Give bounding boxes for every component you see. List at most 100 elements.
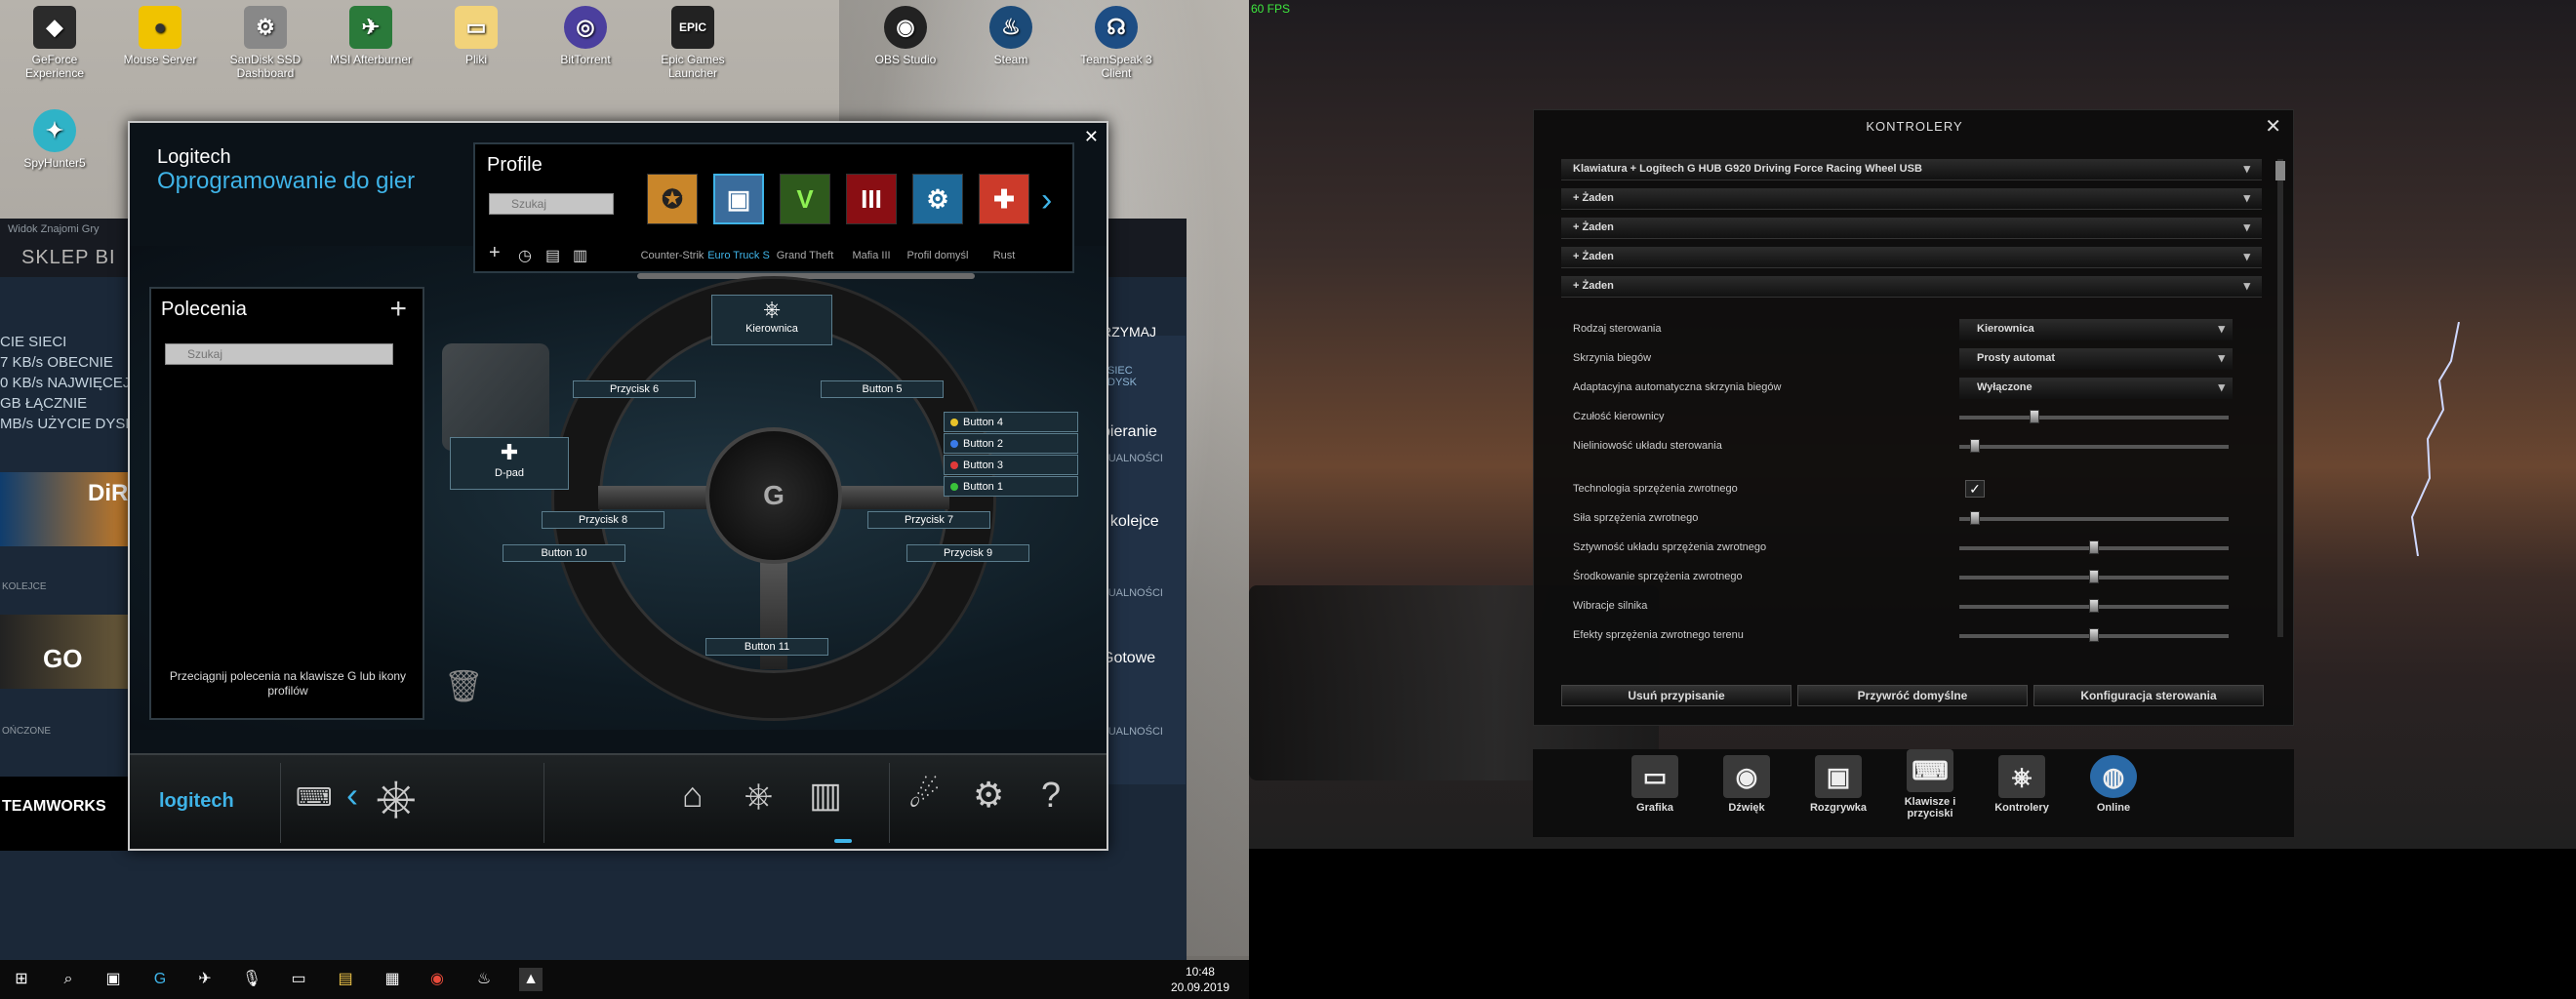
game-tile-teamworks[interactable]: TEAMWORKS [0,777,129,851]
force-feedback-checkbox[interactable]: ✓ [1965,480,1985,498]
device-slot-2[interactable]: + Żaden ▾ [1561,218,2262,239]
folder-open-icon[interactable]: ▤ [545,246,560,265]
menu-gameplay[interactable]: ▣ Rozgrywka [1800,755,1876,814]
slider-knob[interactable] [2030,410,2039,423]
pedals-icon[interactable]: ▥ [809,775,842,816]
store-taskbar-icon[interactable]: ▦ [381,968,404,991]
desktop-icon-obs[interactable]: ◉ OBS Studio [859,6,952,66]
desktop-icon-mouse-server[interactable]: ● Mouse Server [113,6,207,66]
adaptive-gearbox-select[interactable]: Wyłączone ▾ [1959,378,2233,399]
chevron-right-icon[interactable]: › [1041,181,1052,220]
slider-knob[interactable] [1970,439,1980,453]
engine-vibration-slider[interactable] [1959,599,2229,613]
desktop-icon-msi[interactable]: ✈ MSI Afterburner [324,6,418,66]
callout-przycisk-8[interactable]: Przycisk 8 [542,511,664,529]
device-slot-1[interactable]: + Żaden ▾ [1561,188,2262,210]
ets2-taskbar-icon[interactable]: ▲ [519,968,543,991]
callout-button-2[interactable]: Button 2 [944,433,1078,454]
gearbox-select[interactable]: Prosty automat ▾ [1959,348,2233,370]
slider-knob[interactable] [2089,570,2099,583]
menu-online[interactable]: ◍ Online [2075,755,2152,814]
add-command-icon[interactable]: + [389,293,407,326]
menu-graphics[interactable]: ▭ Grafika [1617,755,1693,814]
slider-knob[interactable] [1970,511,1980,525]
explorer-taskbar-icon[interactable]: ▤ [334,968,357,991]
callout-przycisk-9[interactable]: Przycisk 9 [906,544,1029,562]
desktop-icon-steam[interactable]: ♨ Steam [964,6,1058,66]
logitech-taskbar-icon[interactable]: G [148,968,172,991]
steam-taskbar-icon[interactable]: ♨ [472,968,496,991]
profile-tile-mafia[interactable]: III [846,174,897,224]
callout-button-11[interactable]: Button 11 [705,638,828,656]
search-icon[interactable]: ⌕ [57,968,80,991]
dialog-scrollbar[interactable] [2277,159,2283,637]
slider-knob[interactable] [2089,540,2099,554]
system-clock[interactable]: 10:48 20.09.2019 [1171,964,1229,995]
steering-sensitivity-slider[interactable] [1959,410,2229,423]
help-icon[interactable]: ? [1041,775,1061,816]
add-profile-icon[interactable]: + [489,242,501,264]
windows-start-icon[interactable]: ⊞ [10,968,33,991]
ffb-strength-slider[interactable] [1959,511,2229,525]
ffb-stiffness-slider[interactable] [1959,540,2229,554]
callout-button-5[interactable]: Button 5 [821,380,944,398]
profile-tile-gta[interactable]: V [780,174,830,224]
callout-przycisk-7[interactable]: Przycisk 7 [867,511,990,529]
home-icon[interactable]: ⌂ [682,775,704,816]
close-icon[interactable]: ✕ [2265,114,2281,139]
chevron-left-icon[interactable]: ‹ [346,775,358,816]
desktop-icon-bittorrent[interactable]: ◎ BitTorrent [539,6,632,66]
print-icon[interactable]: ▥ [573,246,587,265]
task-view-icon[interactable]: ▣ [101,968,125,991]
menu-sound[interactable]: ◉ Dźwięk [1709,755,1785,814]
desktop-icon-sandisk[interactable]: ⚙ SanDisk SSD Dashboard [219,6,312,80]
callout-button-4[interactable]: Button 4 [944,412,1078,432]
callout-kierownica[interactable]: ⎈ Kierownica [711,295,832,345]
mic-taskbar-icon[interactable]: 🎙 [240,968,263,991]
callout-button-1[interactable]: Button 1 [944,476,1078,497]
callout-button-10[interactable]: Button 10 [503,544,625,562]
desktop-icon-teamspeak[interactable]: ☊ TeamSpeak 3 Client [1069,6,1163,80]
profile-tile-ets2[interactable]: ▣ [713,174,764,224]
gear-icon[interactable]: ⚙ [973,775,1004,816]
callout-button-3[interactable]: Button 3 [944,455,1078,475]
spectrum-icon[interactable]: ☄ [908,775,940,816]
device-dropdown[interactable]: Klawiatura + Logitech G HUB G920 Driving… [1561,159,2262,180]
wheel-device-icon[interactable]: ⎈ [376,769,417,828]
close-icon[interactable]: ✕ [1084,127,1099,147]
controls-config-button[interactable]: Konfiguracja sterowania [2033,685,2264,706]
profile-tile-default[interactable]: ⚙ [912,174,963,224]
callout-dpad[interactable]: ✚ D-pad [450,437,569,490]
profile-tile-rust[interactable]: ✚ [979,174,1029,224]
terrain-effects-slider[interactable] [1959,628,2229,642]
game-tile-csgo[interactable]: GO [0,615,129,689]
steering-nonlinearity-slider[interactable] [1959,439,2229,453]
chrome-taskbar-icon[interactable]: ◉ [425,968,449,991]
history-icon[interactable]: ◷ [518,246,532,265]
menu-controllers[interactable]: ⎈ Kontrolery [1984,755,2060,814]
restore-defaults-button[interactable]: Przywróć domyślne [1797,685,2028,706]
device-slot-3[interactable]: + Żaden ▾ [1561,247,2262,268]
menu-keys-buttons[interactable]: ⌨ Klawisze i przyciski [1892,749,1968,819]
slider-knob[interactable] [2089,628,2099,642]
wheel-settings-icon[interactable]: ⎈ [745,775,773,817]
setting-force-feedback: Technologia sprzężenia zwrotnego ✓ [1561,479,2262,500]
device-slot-4[interactable]: + Żaden ▾ [1561,276,2262,298]
desktop-icon-geforce[interactable]: ◆ GeForce Experience [8,6,101,80]
slider-knob[interactable] [2089,599,2099,613]
desktop-icon-spyhunter[interactable]: ✦ SpyHunter5 [8,109,101,170]
desktop-icon-pliki[interactable]: ▭ Pliki [429,6,523,66]
steering-type-select[interactable]: Kierownica ▾ [1959,319,2233,340]
scrollbar-thumb[interactable] [2275,161,2285,180]
commands-search-input[interactable] [165,343,393,365]
profile-tile-csgo[interactable]: ✪ [647,174,698,224]
keyboard-icon[interactable]: ⌨ [296,782,333,813]
desktop-icon-epic[interactable]: EPIC Epic Games Launcher [646,6,740,80]
game-tile-dirt[interactable]: DiRT [0,472,142,546]
ffb-centering-slider[interactable] [1959,570,2229,583]
profile-search-input[interactable] [489,193,614,215]
callout-przycisk-6[interactable]: Przycisk 6 [573,380,696,398]
app-taskbar-icon[interactable]: ✈ [193,968,217,991]
window-taskbar-icon[interactable]: ▭ [287,968,310,991]
remove-binding-button[interactable]: Usuń przypisanie [1561,685,1791,706]
